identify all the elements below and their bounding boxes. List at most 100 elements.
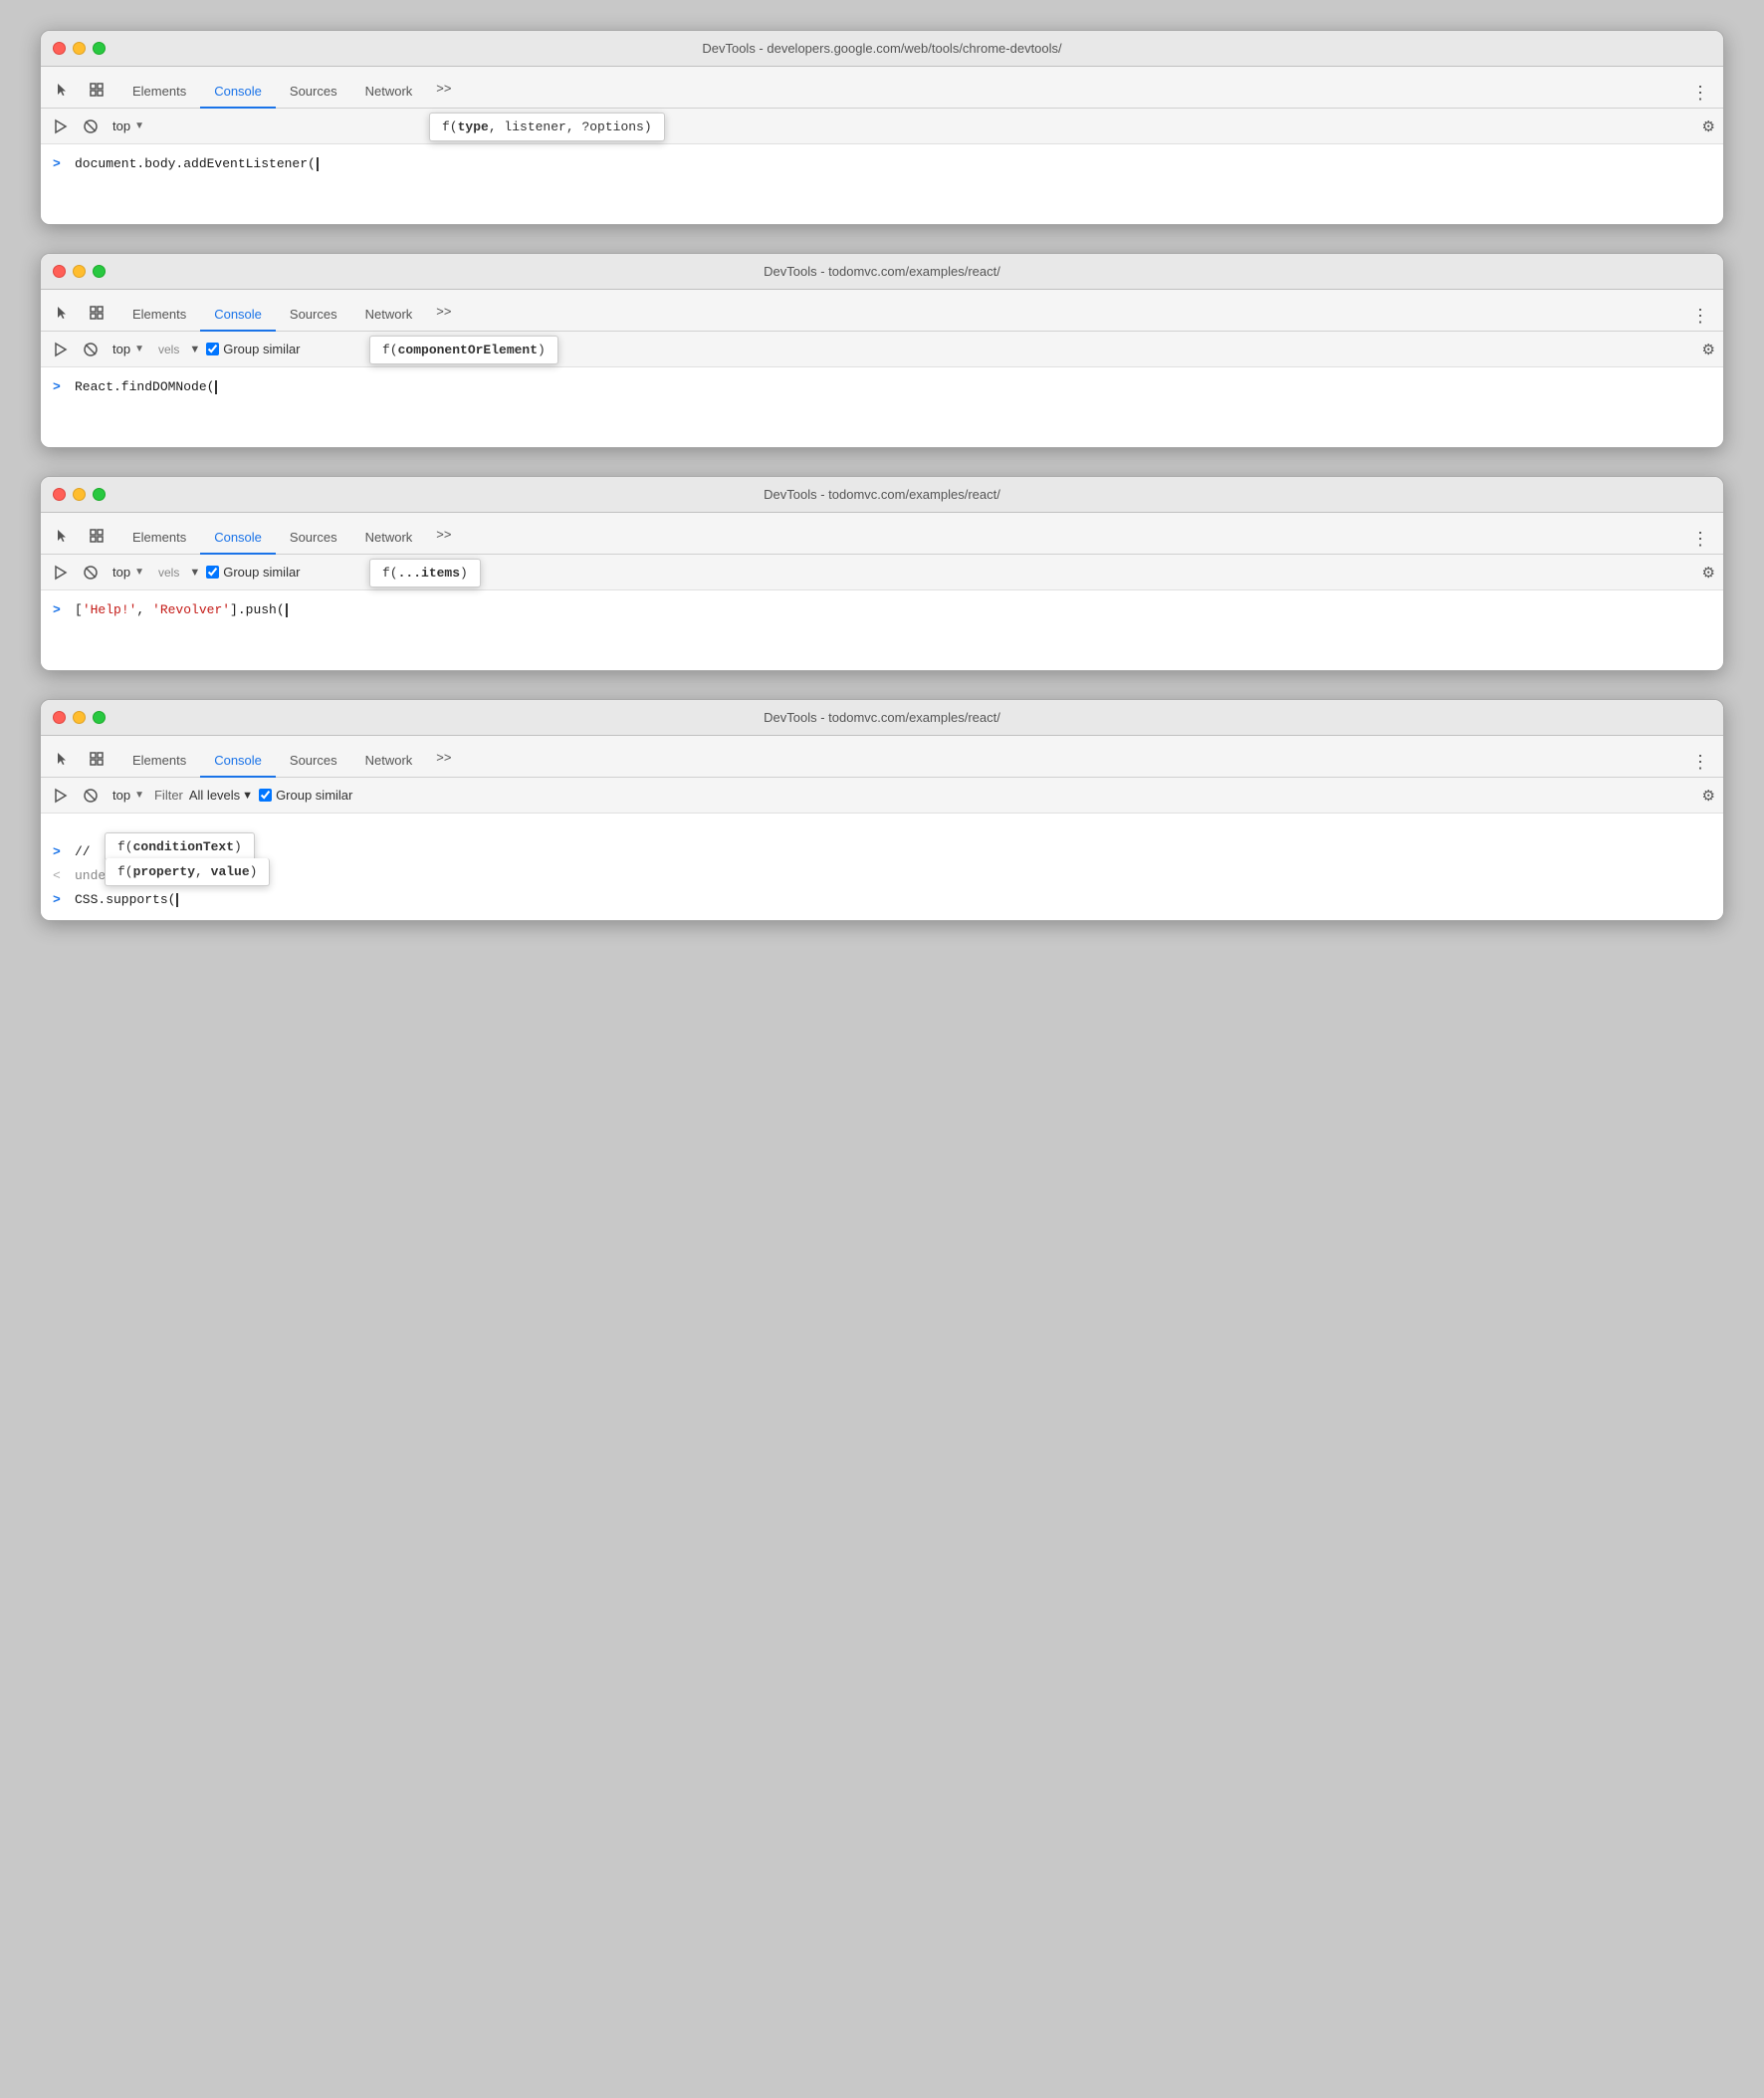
cursor-icon-2[interactable] — [49, 299, 77, 327]
maximize-button[interactable] — [93, 42, 106, 55]
console-toolbar-2: top ▼ f(componentOrElement) vels ▼ Group… — [41, 332, 1723, 367]
autocomplete-popup-2: f(componentOrElement) — [369, 336, 558, 364]
cursor-icon-3[interactable] — [49, 522, 77, 550]
inspect-icon-2[interactable] — [83, 299, 110, 327]
cursor-icon-4[interactable] — [49, 745, 77, 773]
settings-icon-3[interactable]: ⚙ — [1702, 564, 1715, 582]
group-similar-input-2[interactable] — [206, 343, 219, 355]
context-selector-1[interactable]: top ▼ — [109, 117, 148, 135]
settings-icon-1[interactable]: ⚙ — [1702, 117, 1715, 135]
tab-network-1[interactable]: Network — [351, 76, 427, 109]
tab-elements-2[interactable]: Elements — [118, 299, 200, 332]
group-similar-input-3[interactable] — [206, 566, 219, 579]
block-icon-3[interactable] — [79, 561, 103, 584]
code-text-4-3[interactable]: CSS.supports( — [75, 890, 178, 910]
tab-sources-2[interactable]: Sources — [276, 299, 351, 332]
menu-dots-1[interactable]: ⋮ — [1685, 83, 1715, 104]
group-similar-checkbox-4[interactable]: Group similar — [259, 788, 352, 803]
tab-bar-icons-4 — [49, 745, 110, 773]
menu-dots-3[interactable]: ⋮ — [1685, 529, 1715, 550]
close-button-4[interactable] — [53, 711, 66, 724]
code-text-1-1[interactable]: document.body.addEventListener( — [75, 154, 319, 174]
levels-value-4: All levels — [189, 788, 240, 803]
run-icon-4[interactable] — [49, 784, 73, 808]
tab-more-2[interactable]: >> — [426, 296, 461, 327]
tab-console-4[interactable]: Console — [200, 745, 276, 778]
tab-more-1[interactable]: >> — [426, 73, 461, 104]
group-similar-checkbox-2[interactable]: Group similar — [206, 342, 300, 356]
autocomplete-bold-param-4b: property — [133, 864, 195, 879]
filter-label-4: Filter — [154, 788, 183, 803]
context-dropdown-arrow-1: ▼ — [134, 120, 144, 131]
run-icon-1[interactable] — [49, 115, 73, 138]
group-similar-input-4[interactable] — [259, 789, 272, 802]
tab-console-3[interactable]: Console — [200, 522, 276, 555]
close-button-2[interactable] — [53, 265, 66, 278]
tab-network-2[interactable]: Network — [351, 299, 427, 332]
code-text-4-1[interactable]: // — [75, 842, 91, 862]
code-text-3-1[interactable]: ['Help!', 'Revolver'].push( — [75, 600, 288, 620]
tab-elements-3[interactable]: Elements — [118, 522, 200, 555]
minimize-button-2[interactable] — [73, 265, 86, 278]
prompt-3-1: > — [53, 600, 67, 620]
run-icon-3[interactable] — [49, 561, 73, 584]
inspect-icon-3[interactable] — [83, 522, 110, 550]
code-text-2-1[interactable]: React.findDOMNode( — [75, 377, 217, 397]
close-button[interactable] — [53, 42, 66, 55]
console-line-4-3: > CSS.supports( — [41, 888, 1723, 912]
minimize-button-3[interactable] — [73, 488, 86, 501]
maximize-button-3[interactable] — [93, 488, 106, 501]
levels-selector-4[interactable]: All levels ▼ — [189, 788, 253, 803]
tab-network-3[interactable]: Network — [351, 522, 427, 555]
autocomplete-popup-4b: f(property, value) — [105, 858, 270, 886]
tab-console-1[interactable]: Console — [200, 76, 276, 109]
devtools-window-2: DevTools - todomvc.com/examples/react/ E… — [40, 253, 1724, 448]
levels-arrow-2: ▼ — [189, 344, 200, 355]
tab-sources-1[interactable]: Sources — [276, 76, 351, 109]
autocomplete-popup-4a: f(conditionText) — [105, 832, 255, 861]
settings-icon-4[interactable]: ⚙ — [1702, 787, 1715, 805]
autocomplete-popup-1: f(type, listener, ?options) — [429, 113, 665, 141]
maximize-button-2[interactable] — [93, 265, 106, 278]
run-icon-2[interactable] — [49, 338, 73, 361]
tab-more-3[interactable]: >> — [426, 519, 461, 550]
cursor-icon[interactable] — [49, 76, 77, 104]
group-similar-checkbox-3[interactable]: Group similar — [206, 565, 300, 580]
tab-elements-1[interactable]: Elements — [118, 76, 200, 109]
tab-sources-4[interactable]: Sources — [276, 745, 351, 778]
context-selector-2[interactable]: top ▼ — [109, 340, 148, 358]
tab-sources-3[interactable]: Sources — [276, 522, 351, 555]
window-title-4: DevTools - todomvc.com/examples/react/ — [764, 710, 1000, 725]
close-button-3[interactable] — [53, 488, 66, 501]
prompt-1-1: > — [53, 154, 67, 174]
tab-elements-4[interactable]: Elements — [118, 745, 200, 778]
menu-dots-2[interactable]: ⋮ — [1685, 306, 1715, 327]
menu-dots-4[interactable]: ⋮ — [1685, 752, 1715, 773]
console-content-2: > React.findDOMNode( — [41, 367, 1723, 447]
traffic-lights-3 — [53, 488, 106, 501]
block-icon-4[interactable] — [79, 784, 103, 808]
tab-console-2[interactable]: Console — [200, 299, 276, 332]
context-selector-4[interactable]: top ▼ — [109, 786, 148, 805]
prompt-4-1: > — [53, 842, 67, 862]
maximize-button-4[interactable] — [93, 711, 106, 724]
tab-more-4[interactable]: >> — [426, 742, 461, 773]
context-value-4: top — [112, 788, 130, 803]
tab-network-4[interactable]: Network — [351, 745, 427, 778]
block-icon-2[interactable] — [79, 338, 103, 361]
minimize-button[interactable] — [73, 42, 86, 55]
block-icon-1[interactable] — [79, 115, 103, 138]
context-value-3: top — [112, 565, 130, 580]
inspect-icon-4[interactable] — [83, 745, 110, 773]
tab-bar-icons-2 — [49, 299, 110, 327]
inspect-icon[interactable] — [83, 76, 110, 104]
console-content-1: > document.body.addEventListener( — [41, 144, 1723, 224]
console-line-3-1: > ['Help!', 'Revolver'].push( — [41, 598, 1723, 622]
settings-icon-2[interactable]: ⚙ — [1702, 341, 1715, 358]
title-bar-1: DevTools - developers.google.com/web/too… — [41, 31, 1723, 67]
context-selector-3[interactable]: top ▼ — [109, 563, 148, 582]
minimize-button-4[interactable] — [73, 711, 86, 724]
console-content-3: > ['Help!', 'Revolver'].push( — [41, 590, 1723, 670]
levels-partial-2: vels — [154, 343, 183, 356]
prompt-4-3: > — [53, 890, 67, 910]
